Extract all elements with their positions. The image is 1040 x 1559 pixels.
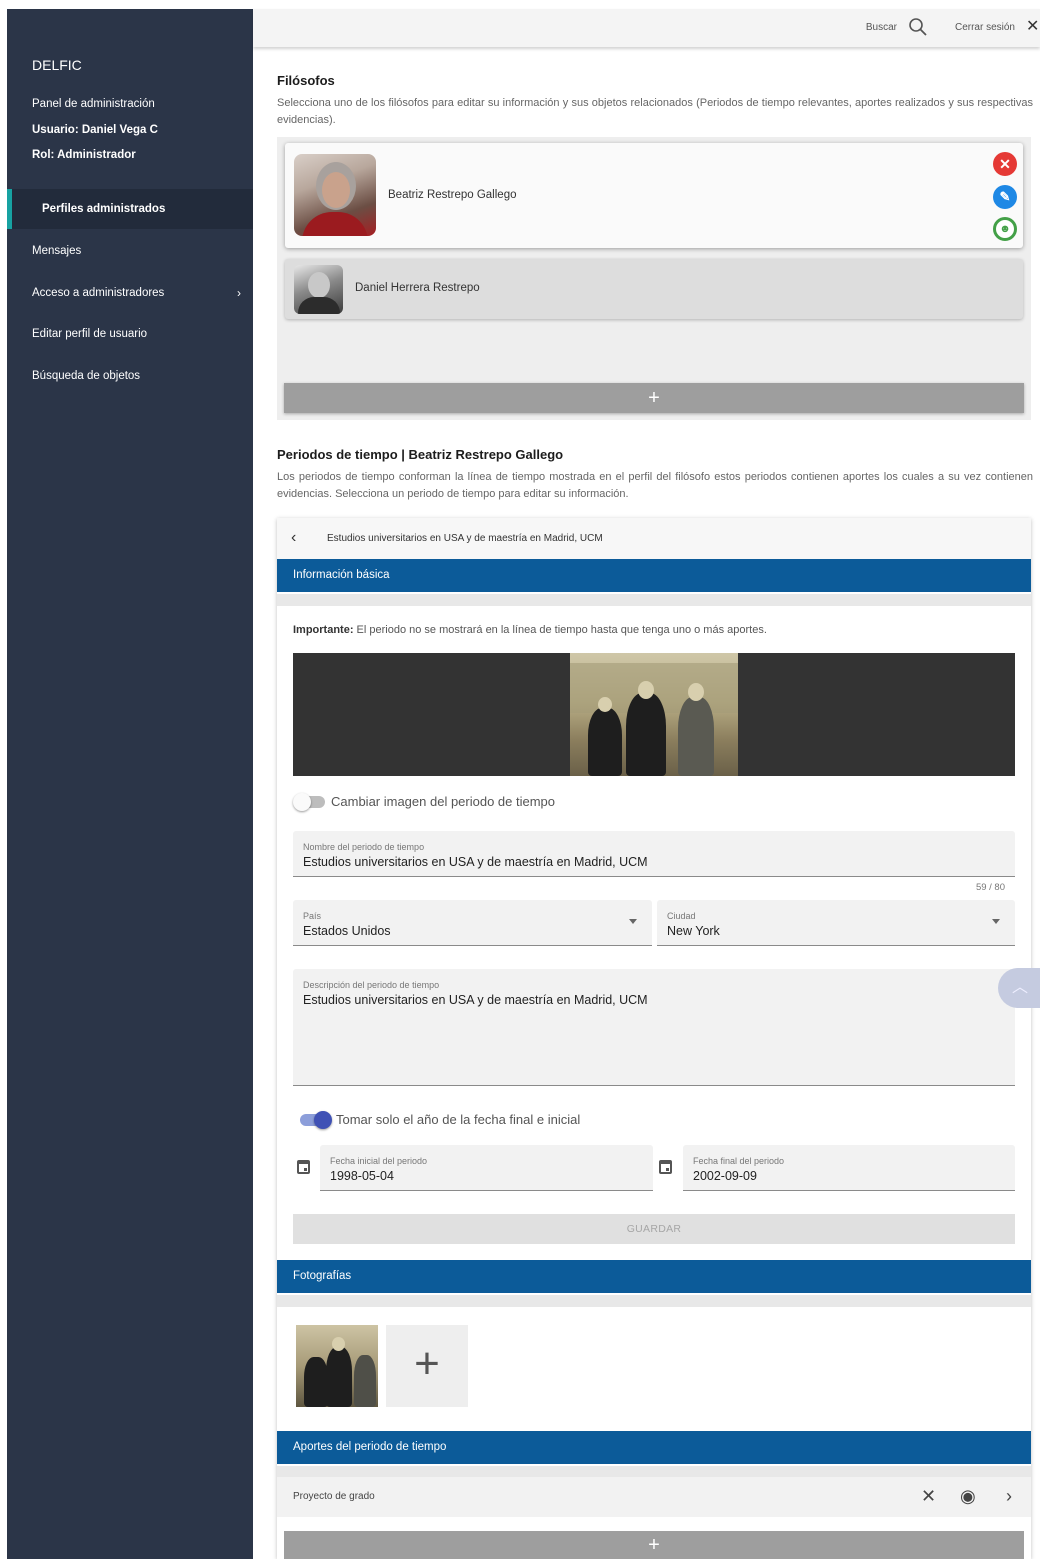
panel-label: Panel de administración (32, 98, 155, 110)
philosopher-name: Daniel Herrera Restrepo (355, 282, 480, 294)
character-counter: 59 / 80 (975, 882, 1005, 893)
field-label: País (303, 911, 322, 921)
period-name-field[interactable]: Nombre del periodo de tiempo Estudios un… (293, 831, 1015, 877)
sidebar: DELFIC Panel de administración Usuario: … (7, 9, 253, 1559)
basic-info-header: Información básica (277, 559, 1031, 592)
philosopher-avatar (294, 265, 343, 314)
philosophers-list: Beatriz Restrepo Gallego ✕ ✎ ☻ Daniel He… (277, 137, 1031, 420)
sidebar-item-perfiles[interactable]: Perfiles administrados (7, 189, 253, 229)
important-text: El periodo no se mostrará en la línea de… (353, 624, 767, 636)
field-label: Descripción del periodo de tiempo (303, 980, 440, 990)
eye-icon[interactable]: ◉ (960, 1486, 976, 1506)
field-value: 1998-05-04 (330, 1169, 394, 1183)
philosopher-avatar (294, 154, 376, 236)
divider (277, 1295, 1031, 1307)
period-panel: ‹ Estudios universitarios en USA y de ma… (277, 518, 1031, 1559)
logout-link[interactable]: Cerrar sesión (955, 22, 1015, 33)
back-icon[interactable]: ‹ (291, 529, 296, 547)
end-date-field[interactable]: Fecha final del periodo 2002-09-09 (683, 1145, 1015, 1191)
photo-thumbnail[interactable] (296, 1325, 378, 1407)
profile-button[interactable]: ☻ (993, 217, 1017, 241)
country-select[interactable]: País Estados Unidos (293, 900, 652, 946)
top-bar: Buscar Cerrar sesión ✕ (253, 9, 1040, 47)
field-label: Fecha inicial del periodo (330, 1156, 428, 1166)
field-label: Fecha final del periodo (693, 1156, 785, 1166)
field-value: New York (667, 924, 720, 938)
close-icon[interactable]: ✕ (1026, 19, 1040, 35)
philosophers-description: Selecciona uno de los filósofos para edi… (277, 97, 1033, 126)
user-label: Usuario: Daniel Vega C (32, 124, 158, 136)
aporte-name: Proyecto de grado (293, 1491, 375, 1502)
start-date-field[interactable]: Fecha inicial del periodo 1998-05-04 (320, 1145, 653, 1191)
city-select[interactable]: Ciudad New York (657, 900, 1015, 946)
period-photo (570, 653, 738, 776)
field-value: 2002-09-09 (693, 1169, 757, 1183)
year-only-label: Tomar solo el año de la fecha final e in… (336, 1112, 581, 1127)
sidebar-item-mensajes[interactable]: Mensajes (7, 231, 253, 271)
sidebar-item-label: Acceso a administradores (32, 287, 165, 299)
aportes-header: Aportes del periodo de tiempo (277, 1431, 1031, 1464)
field-value: Estudios universitarios en USA y de maes… (303, 993, 648, 1007)
description-textarea[interactable]: Descripción del periodo de tiempo Estudi… (293, 969, 1015, 1086)
photos-header: Fotografías (277, 1260, 1031, 1293)
periods-title: Periodos de tiempo | Beatriz Restrepo Ga… (277, 447, 564, 462)
important-note: Importante: El periodo no se mostrará en… (293, 624, 767, 636)
add-philosopher-button[interactable]: + (284, 383, 1024, 413)
sidebar-item-editar-perfil[interactable]: Editar perfil de usuario (7, 314, 253, 354)
search-label[interactable]: Buscar (866, 22, 897, 33)
chevron-right-icon: › (237, 286, 241, 300)
sidebar-item-busqueda[interactable]: Búsqueda de objetos (7, 356, 253, 396)
list-item[interactable]: Proyecto de grado ✕ ◉ › (277, 1477, 1031, 1517)
philosophers-title: Filósofos (277, 73, 335, 88)
calendar-icon[interactable] (297, 1160, 310, 1174)
edit-button[interactable]: ✎ (993, 185, 1017, 209)
add-photo-button[interactable]: + (386, 1325, 468, 1407)
save-button[interactable]: GUARDAR (293, 1214, 1015, 1244)
role-label: Rol: Administrador (32, 149, 136, 161)
important-label: Importante: (293, 624, 354, 636)
change-image-toggle[interactable] (293, 793, 325, 811)
change-image-label: Cambiar imagen del periodo de tiempo (331, 794, 556, 809)
field-label: Nombre del periodo de tiempo (303, 842, 425, 852)
search-icon[interactable] (908, 17, 928, 37)
field-label: Ciudad (667, 911, 696, 921)
dropdown-arrow-icon (629, 919, 637, 924)
period-header-title: Estudios universitarios en USA y de maes… (327, 533, 603, 544)
field-value: Estudios universitarios en USA y de maes… (303, 855, 648, 869)
scroll-top-button[interactable]: ︿ (998, 968, 1040, 1008)
period-header: ‹ Estudios universitarios en USA y de ma… (277, 518, 1031, 559)
philosopher-card[interactable]: Daniel Herrera Restrepo (285, 259, 1023, 319)
remove-icon[interactable]: ✕ (921, 1486, 936, 1506)
calendar-icon[interactable] (659, 1160, 672, 1174)
delete-button[interactable]: ✕ (993, 152, 1017, 176)
sidebar-item-acceso[interactable]: Acceso a administradores › (7, 273, 253, 313)
add-aporte-button[interactable]: + (284, 1531, 1024, 1559)
field-value: Estados Unidos (303, 924, 391, 938)
brand-title: DELFIC (32, 57, 82, 73)
dropdown-arrow-icon (992, 919, 1000, 924)
philosopher-name: Beatriz Restrepo Gallego (388, 189, 517, 201)
year-only-toggle[interactable] (300, 1111, 332, 1129)
chevron-right-icon[interactable]: › (1006, 1486, 1012, 1506)
period-image (293, 653, 1015, 776)
periods-description: Los periodos de tiempo conforman la líne… (277, 471, 1033, 500)
philosopher-card-selected[interactable]: Beatriz Restrepo Gallego ✕ ✎ ☻ (285, 143, 1023, 248)
divider (277, 594, 1031, 606)
